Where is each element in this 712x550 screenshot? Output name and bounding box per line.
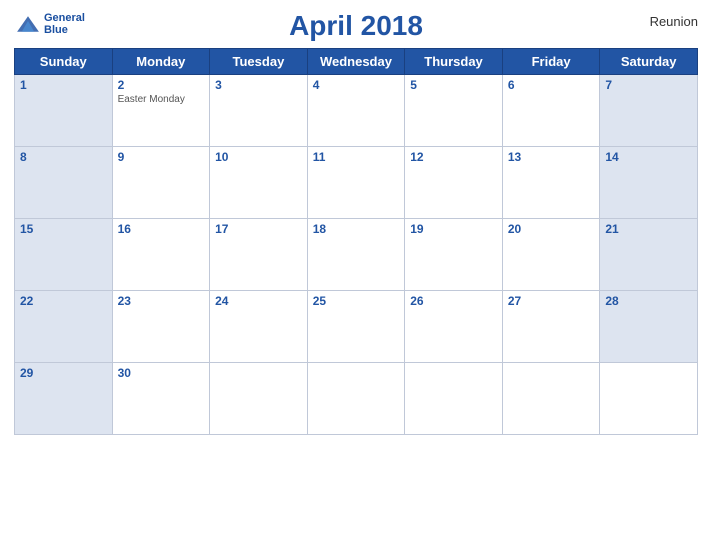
calendar-day-cell: 15: [15, 219, 113, 291]
day-number: 5: [410, 78, 497, 92]
day-number: 11: [313, 150, 400, 164]
calendar-day-cell: 21: [600, 219, 698, 291]
calendar-title: April 2018: [289, 10, 423, 42]
week-row-3: 15 16 17 18 19 20 21: [15, 219, 698, 291]
header-friday: Friday: [502, 49, 600, 75]
calendar-day-cell: 13: [502, 147, 600, 219]
calendar-day-cell: 29: [15, 363, 113, 435]
day-number: 16: [118, 222, 205, 236]
week-row-1: 12 Easter Monday 34567: [15, 75, 698, 147]
day-number: 27: [508, 294, 595, 308]
day-number: 9: [118, 150, 205, 164]
region-label: Reunion: [650, 14, 698, 29]
day-number: 17: [215, 222, 302, 236]
calendar-day-cell: 9: [112, 147, 210, 219]
calendar-day-cell: 10: [210, 147, 308, 219]
day-number: 25: [313, 294, 400, 308]
logo: General Blue: [14, 10, 85, 38]
calendar-day-cell: [405, 363, 503, 435]
calendar-day-cell: 19: [405, 219, 503, 291]
calendar-day-cell: [210, 363, 308, 435]
calendar-header: General Blue April 2018 Reunion: [14, 10, 698, 42]
day-number: 23: [118, 294, 205, 308]
header-saturday: Saturday: [600, 49, 698, 75]
week-row-4: 22 23 24 25 26 27 28: [15, 291, 698, 363]
day-number: 24: [215, 294, 302, 308]
day-number: 29: [20, 366, 107, 380]
calendar-day-cell: 17: [210, 219, 308, 291]
calendar-day-cell: [600, 363, 698, 435]
calendar-day-cell: 14: [600, 147, 698, 219]
header-tuesday: Tuesday: [210, 49, 308, 75]
day-number: 2: [118, 78, 205, 92]
day-number: 19: [410, 222, 497, 236]
calendar-body: 12Easter Monday3456789101112131415161718…: [15, 75, 698, 435]
calendar-day-cell: 8: [15, 147, 113, 219]
calendar-day-cell: [502, 363, 600, 435]
calendar-day-cell: 26: [405, 291, 503, 363]
calendar-day-cell: 5: [405, 75, 503, 147]
day-number: 4: [313, 78, 400, 92]
weekday-header-row: Sunday Monday Tuesday Wednesday Thursday…: [15, 49, 698, 75]
holiday-label: Easter Monday: [118, 94, 205, 105]
calendar-day-cell: 11: [307, 147, 405, 219]
day-number: 28: [605, 294, 692, 308]
week-row-2: 89 10 11 12 13 14: [15, 147, 698, 219]
calendar-day-cell: 30: [112, 363, 210, 435]
calendar-day-cell: 16: [112, 219, 210, 291]
calendar-day-cell: 18: [307, 219, 405, 291]
day-number: 26: [410, 294, 497, 308]
day-number: 7: [605, 78, 692, 92]
header-monday: Monday: [112, 49, 210, 75]
calendar-table: Sunday Monday Tuesday Wednesday Thursday…: [14, 48, 698, 435]
day-number: 8: [20, 150, 107, 164]
generalblue-logo-icon: [14, 10, 42, 38]
calendar-day-cell: 24: [210, 291, 308, 363]
header-wednesday: Wednesday: [307, 49, 405, 75]
calendar-day-cell: [307, 363, 405, 435]
calendar-day-cell: 2 Easter Monday: [112, 75, 210, 147]
day-number: 10: [215, 150, 302, 164]
calendar-day-cell: 22: [15, 291, 113, 363]
header-thursday: Thursday: [405, 49, 503, 75]
calendar-day-cell: 23: [112, 291, 210, 363]
calendar-day-cell: 3: [210, 75, 308, 147]
calendar-day-cell: 20: [502, 219, 600, 291]
week-row-5: 29 30: [15, 363, 698, 435]
calendar-day-cell: 12: [405, 147, 503, 219]
day-number: 30: [118, 366, 205, 380]
day-number: 21: [605, 222, 692, 236]
day-number: 12: [410, 150, 497, 164]
day-number: 15: [20, 222, 107, 236]
day-number: 1: [20, 78, 107, 92]
day-number: 13: [508, 150, 595, 164]
calendar-day-cell: 7: [600, 75, 698, 147]
day-number: 20: [508, 222, 595, 236]
calendar-day-cell: 25: [307, 291, 405, 363]
header-sunday: Sunday: [15, 49, 113, 75]
calendar-day-cell: 27: [502, 291, 600, 363]
day-number: 18: [313, 222, 400, 236]
logo-text: General Blue: [44, 12, 85, 36]
day-number: 6: [508, 78, 595, 92]
calendar-day-cell: 6: [502, 75, 600, 147]
day-number: 14: [605, 150, 692, 164]
calendar-day-cell: 1: [15, 75, 113, 147]
calendar-day-cell: 4: [307, 75, 405, 147]
calendar-day-cell: 28: [600, 291, 698, 363]
day-number: 22: [20, 294, 107, 308]
day-number: 3: [215, 78, 302, 92]
calendar-wrapper: General Blue April 2018 Reunion Sunday M…: [0, 0, 712, 550]
